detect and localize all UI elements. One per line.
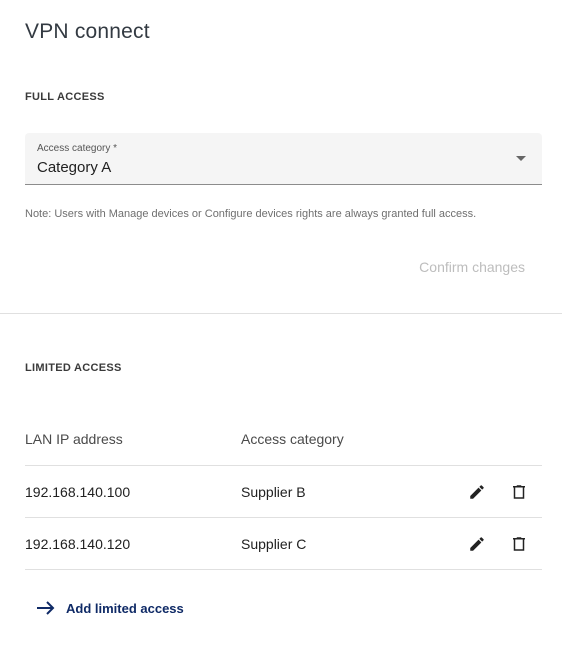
full-access-note: Note: Users with Manage devices or Confi… xyxy=(25,208,477,220)
table-row: 192.168.140.120 Supplier C xyxy=(25,518,542,570)
row-category: Supplier B xyxy=(241,483,306,500)
table-row: 192.168.140.100 Supplier B xyxy=(25,466,542,518)
chevron-down-icon xyxy=(516,156,526,161)
full-access-section-title: FULL ACCESS xyxy=(25,91,105,103)
add-limited-access-label: Add limited access xyxy=(66,600,184,616)
section-divider xyxy=(0,313,562,314)
edit-icon[interactable] xyxy=(468,483,486,501)
row-ip: 192.168.140.120 xyxy=(25,535,131,552)
add-limited-access-link[interactable]: Add limited access xyxy=(36,600,184,616)
limited-access-table: LAN IP address Access category 192.168.1… xyxy=(25,413,542,570)
confirm-changes-button[interactable]: Confirm changes xyxy=(419,259,525,275)
access-category-label: Access category * xyxy=(37,143,118,154)
column-header-category: Access category xyxy=(241,431,344,447)
access-category-select[interactable]: Access category * Category A xyxy=(25,133,542,185)
access-category-value: Category A xyxy=(37,159,112,176)
delete-icon[interactable] xyxy=(510,483,528,501)
row-category: Supplier C xyxy=(241,535,307,552)
edit-icon[interactable] xyxy=(468,535,486,553)
table-header-row: LAN IP address Access category xyxy=(25,413,542,466)
arrow-right-icon xyxy=(37,601,55,615)
limited-access-section-title: LIMITED ACCESS xyxy=(25,362,122,374)
page-title: VPN connect xyxy=(25,20,150,43)
delete-icon[interactable] xyxy=(510,535,528,553)
row-actions xyxy=(468,535,528,553)
row-ip: 192.168.140.100 xyxy=(25,483,131,500)
row-actions xyxy=(468,483,528,501)
column-header-ip: LAN IP address xyxy=(25,431,123,447)
